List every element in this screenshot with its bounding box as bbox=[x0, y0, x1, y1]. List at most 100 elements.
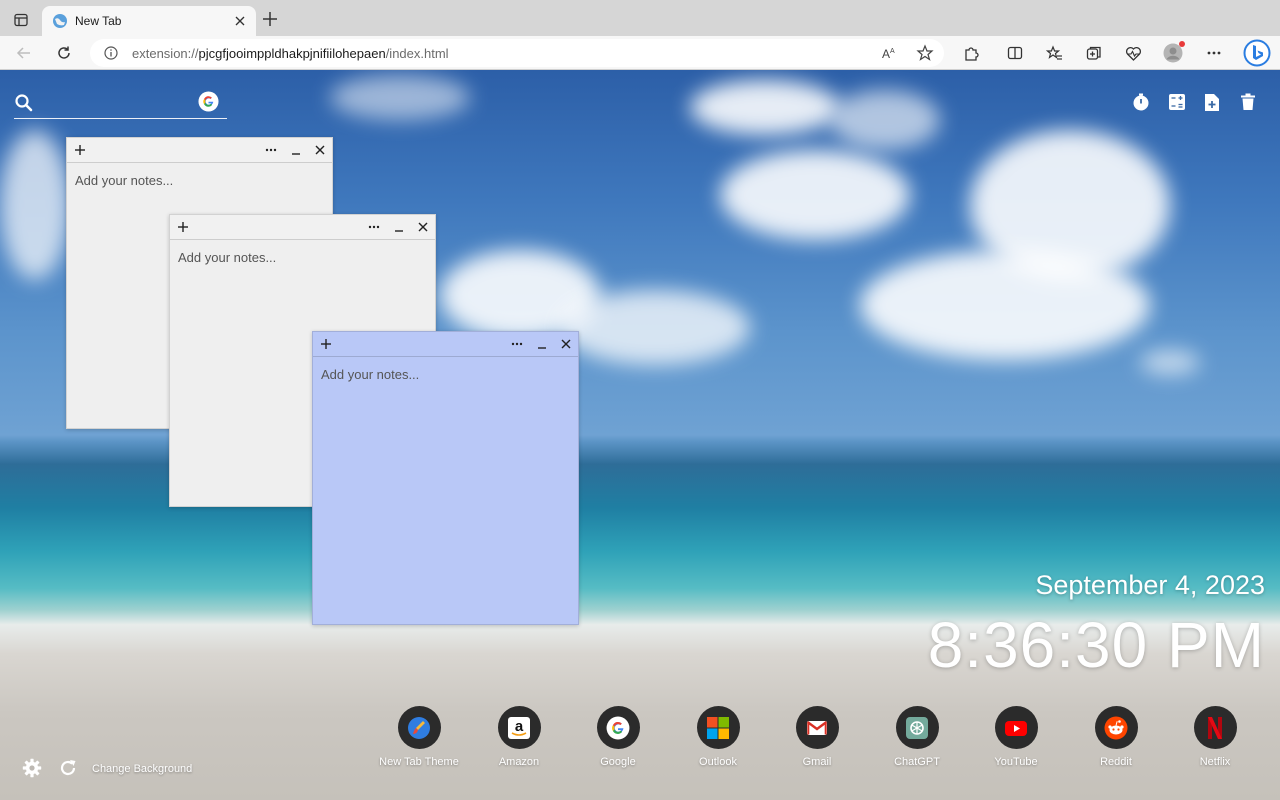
new-tab-page: September 4, 2023 8:36:30 PM New Tab The… bbox=[0, 70, 1280, 800]
minimize-icon bbox=[395, 230, 403, 232]
shortcut-netflix[interactable]: Netflix bbox=[1165, 706, 1265, 772]
tab-title: New Tab bbox=[75, 14, 122, 28]
shortcut-label: Amazon bbox=[498, 756, 540, 768]
shortcut-label: YouTube bbox=[994, 756, 1038, 768]
background-cloud bbox=[560, 290, 750, 365]
site-info-icon[interactable] bbox=[104, 46, 118, 60]
background-cloud bbox=[860, 250, 1150, 360]
settings-more-button[interactable] bbox=[1202, 41, 1226, 65]
google-search-engine-icon[interactable] bbox=[198, 91, 219, 112]
delete-all-button[interactable] bbox=[1237, 91, 1259, 113]
plus-icon bbox=[178, 222, 188, 232]
url-text: extension://pjcgfjooimppldhakpjnifiilohe… bbox=[132, 46, 449, 61]
read-aloud-icon[interactable]: A A bbox=[880, 44, 898, 62]
heart-pulse-icon bbox=[1125, 46, 1141, 61]
collections-button[interactable] bbox=[1082, 41, 1106, 65]
shortcut-icon-circle bbox=[596, 706, 640, 749]
shortcut-label: Reddit bbox=[1100, 756, 1132, 768]
note-close-button[interactable] bbox=[312, 142, 328, 158]
url-path: /index.html bbox=[385, 46, 449, 61]
calculator-button[interactable] bbox=[1166, 91, 1188, 113]
shortcut-icon-circle bbox=[1094, 706, 1138, 749]
shortcut-icon-circle bbox=[994, 706, 1038, 749]
note-menu-button[interactable] bbox=[509, 336, 525, 352]
calculator-icon bbox=[1169, 94, 1185, 110]
shortcut-icon-circle bbox=[397, 706, 441, 749]
google-icon bbox=[606, 716, 630, 739]
shortcut-outlook[interactable]: Outlook bbox=[668, 706, 768, 772]
tab-new-tab[interactable]: New Tab bbox=[42, 6, 256, 36]
split-screen-icon bbox=[1007, 46, 1023, 60]
background-cloud bbox=[330, 75, 470, 120]
background-cloud bbox=[720, 150, 910, 240]
shortcut-icon-circle bbox=[795, 706, 839, 749]
note-textarea[interactable] bbox=[313, 358, 578, 624]
note-close-button[interactable] bbox=[558, 336, 574, 352]
more-horizontal-icon bbox=[368, 225, 380, 229]
add-note-button[interactable] bbox=[1201, 91, 1223, 113]
note-menu-button[interactable] bbox=[366, 219, 382, 235]
reload-icon bbox=[58, 46, 70, 59]
new-note-button[interactable] bbox=[175, 219, 191, 235]
shortcut-label: Gmail bbox=[802, 756, 832, 768]
sticky-note-3[interactable] bbox=[312, 331, 579, 625]
shortcut-new-tab-theme[interactable]: New Tab Theme bbox=[369, 706, 469, 772]
address-bar[interactable]: extension://pjcgfjooimppldhakpjnifiilohe… bbox=[90, 39, 944, 67]
search-icon[interactable] bbox=[14, 93, 34, 113]
globe-favicon-icon bbox=[53, 14, 67, 28]
chatgpt-icon bbox=[906, 716, 928, 739]
note-minimize-button[interactable] bbox=[288, 142, 304, 158]
shortcut-reddit[interactable]: Reddit bbox=[1066, 706, 1166, 772]
note-header[interactable] bbox=[170, 215, 435, 240]
shortcut-chatgpt[interactable]: ChatGPT bbox=[867, 706, 967, 772]
shortcut-label: Netflix bbox=[1199, 756, 1231, 768]
trash-icon bbox=[1241, 93, 1255, 110]
new-note-button[interactable] bbox=[72, 142, 88, 158]
minimize-icon bbox=[538, 347, 546, 349]
shortcut-icon-circle bbox=[895, 706, 939, 749]
shortcut-label: ChatGPT bbox=[894, 756, 940, 768]
shortcut-youtube[interactable]: YouTube bbox=[966, 706, 1066, 772]
back-button[interactable] bbox=[12, 41, 36, 65]
plus-icon bbox=[321, 339, 331, 349]
new-tab-icon[interactable] bbox=[260, 9, 280, 29]
svg-text:A: A bbox=[890, 48, 895, 55]
note-header[interactable] bbox=[67, 138, 332, 163]
more-horizontal-icon bbox=[1207, 51, 1221, 55]
bing-copilot-icon bbox=[1243, 39, 1271, 67]
url-scheme: extension:// bbox=[132, 46, 199, 61]
favorites-list-icon bbox=[1045, 44, 1062, 60]
reddit-icon bbox=[1104, 716, 1128, 739]
extensions-button[interactable] bbox=[959, 41, 983, 65]
favorite-star-icon[interactable] bbox=[916, 44, 934, 62]
change-background-link[interactable]: Change Background bbox=[92, 763, 192, 775]
search-input[interactable] bbox=[40, 90, 190, 114]
browser-essentials-button[interactable] bbox=[1121, 41, 1145, 65]
close-tab-icon[interactable] bbox=[232, 13, 248, 29]
favorites-button[interactable] bbox=[1042, 41, 1066, 65]
tab-actions-button[interactable] bbox=[8, 8, 34, 32]
bing-chat-button[interactable] bbox=[1242, 38, 1272, 68]
shortcut-amazon[interactable]: a Amazon bbox=[469, 706, 569, 772]
profile-notification-dot bbox=[1179, 41, 1185, 47]
refresh-icon[interactable] bbox=[58, 758, 78, 778]
new-note-button[interactable] bbox=[318, 336, 334, 352]
note-close-button[interactable] bbox=[415, 219, 431, 235]
timer-button[interactable] bbox=[1130, 91, 1152, 113]
shortcut-gmail[interactable]: Gmail bbox=[767, 706, 867, 772]
shortcut-google[interactable]: Google bbox=[568, 706, 668, 772]
more-horizontal-icon bbox=[511, 342, 523, 346]
note-minimize-button[interactable] bbox=[391, 219, 407, 235]
split-screen-button[interactable] bbox=[1003, 41, 1027, 65]
add-note-icon bbox=[1205, 93, 1219, 111]
note-minimize-button[interactable] bbox=[534, 336, 550, 352]
note-header[interactable] bbox=[313, 332, 578, 357]
back-arrow-icon bbox=[16, 47, 30, 59]
shortcut-label: Outlook bbox=[699, 756, 737, 768]
reload-button[interactable] bbox=[52, 41, 76, 65]
collections-icon bbox=[1086, 46, 1101, 60]
gear-icon[interactable] bbox=[22, 758, 42, 778]
timer-icon bbox=[1133, 93, 1149, 111]
tab-actions-icon bbox=[14, 13, 28, 27]
note-menu-button[interactable] bbox=[263, 142, 279, 158]
